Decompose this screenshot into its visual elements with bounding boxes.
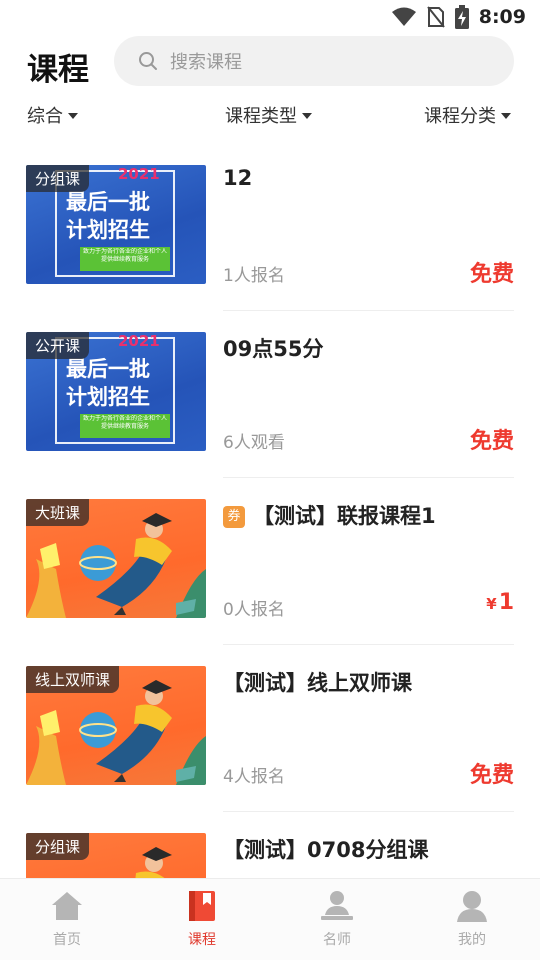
course-thumbnail: 2021 最后一批 计划招生 致力于为各行各业的企业和个人提供继续教育服务 公开… [26,332,206,451]
filter-course-type[interactable]: 课程类型 [225,102,312,128]
course-thumbnail: 线上双师课 [26,666,206,785]
course-type-tag: 线上双师课 [26,666,120,693]
filter-sort[interactable]: 综合 [27,102,78,128]
poster-line1: 最后一批 [66,357,150,381]
header: 课程 搜索课程 [0,34,540,90]
course-price: ¥1 [486,590,514,615]
tab-profile-label: 我的 [458,932,486,948]
tab-home[interactable]: 首页 [27,889,107,949]
poster-year: 2021 [118,165,160,183]
caret-down-icon [68,113,78,119]
status-bar: 8:09 [0,0,540,34]
battery-charging-icon [454,5,469,29]
course-title: 09点55分 [223,337,324,361]
caret-down-icon [501,113,511,119]
home-icon [52,892,82,920]
teacher-icon [321,891,353,920]
no-sim-icon [426,6,445,28]
course-type-tag: 分组课 [26,833,90,860]
status-time: 8:09 [478,6,526,28]
search-placeholder: 搜索课程 [170,52,242,73]
course-title: 12 [223,166,253,190]
caret-down-icon [302,113,312,119]
poster-line2: 计划招生 [66,218,150,242]
course-item[interactable]: 2021 最后一批 计划招生 致力于为各行各业的企业和个人提供继续教育服务 公开… [26,311,514,478]
bottom-tab-bar: 首页 课程 名师 我的 [0,878,540,960]
course-thumbnail: 2021 最后一批 计划招生 致力于为各行各业的企业和个人提供继续教育服务 分组… [26,165,206,284]
course-item[interactable]: 大班课 券【测试】联报课程1 0人报名 ¥1 [26,478,514,645]
search-input[interactable]: 搜索课程 [114,36,514,86]
course-title-text: 【测试】联报课程1 [253,504,436,528]
course-price: 免费 [469,429,514,454]
poster-note: 致力于为各行各业的企业和个人提供继续教育服务 [82,248,167,263]
poster-line2: 计划招生 [66,385,150,409]
course-enrollment: 4人报名 [223,767,285,787]
profile-icon [457,891,487,922]
tab-profile[interactable]: 我的 [432,889,512,949]
tab-home-label: 首页 [53,932,81,948]
course-item[interactable]: 2021 最后一批 计划招生 致力于为各行各业的企业和个人提供继续教育服务 分组… [26,144,514,311]
course-title: 【测试】线上双师课 [223,671,412,695]
tab-teachers[interactable]: 名师 [297,889,377,949]
tab-teachers-label: 名师 [323,932,351,948]
book-icon [189,891,215,921]
course-price-value: 1 [498,590,514,615]
course-title: 券【测试】联报课程1 [223,500,436,530]
filter-course-type-label: 课程类型 [225,106,297,127]
course-thumbnail: 大班课 [26,499,206,618]
course-type-tag: 大班课 [26,499,90,526]
page-title: 课程 [27,52,89,88]
tab-courses-label: 课程 [188,932,216,948]
filter-course-category-label: 课程分类 [424,106,496,127]
tab-courses[interactable]: 课程 [162,889,242,949]
search-icon [139,52,157,70]
course-price: 免费 [469,262,514,287]
course-type-tag: 公开课 [26,332,90,359]
poster-line1: 最后一批 [66,190,150,214]
poster-year: 2021 [118,332,160,350]
course-enrollment: 1人报名 [223,266,285,286]
course-viewers: 6人观看 [223,433,285,453]
course-type-tag: 分组课 [26,165,90,192]
course-item[interactable]: 线上双师课 【测试】线上双师课 4人报名 免费 [26,645,514,812]
poster-note: 致力于为各行各业的企业和个人提供继续教育服务 [82,415,167,430]
course-enrollment: 0人报名 [223,600,285,620]
coupon-badge: 券 [223,506,245,528]
wifi-icon [391,7,416,26]
course-price: 免费 [469,763,514,788]
filter-sort-label: 综合 [27,106,63,127]
filter-course-category[interactable]: 课程分类 [424,102,511,128]
course-title: 【测试】0708分组课 [223,838,429,862]
filter-bar: 综合 课程类型 课程分类 [0,94,540,134]
status-icons: 8:09 [391,5,526,29]
currency-symbol: ¥ [486,595,497,613]
